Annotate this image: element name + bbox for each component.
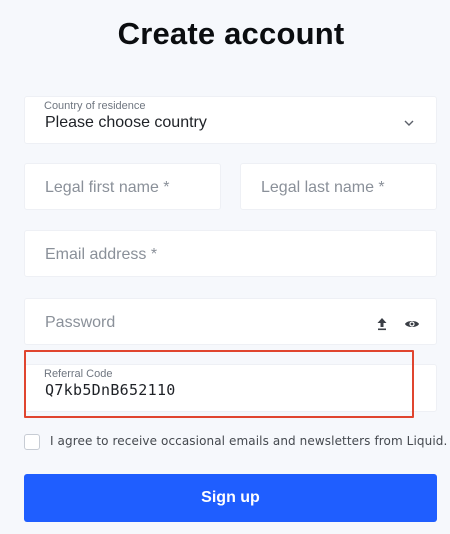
- eye-icon[interactable]: [404, 316, 420, 332]
- country-label: Country of residence: [44, 100, 146, 112]
- sign-up-button[interactable]: Sign up: [24, 474, 437, 522]
- agree-checkbox[interactable]: [24, 434, 40, 450]
- page-title: Create account: [117, 16, 345, 51]
- chevron-down-icon: [404, 120, 414, 126]
- first-name-field[interactable]: Legal first name *: [24, 163, 221, 210]
- country-select[interactable]: Country of residence Please choose count…: [24, 96, 437, 144]
- last-name-placeholder: Legal last name *: [261, 179, 385, 196]
- country-value: Please choose country: [45, 114, 207, 131]
- first-name-placeholder: Legal first name *: [45, 179, 170, 196]
- password-field[interactable]: Password: [24, 298, 437, 345]
- email-placeholder: Email address *: [45, 246, 158, 263]
- upload-icon[interactable]: [374, 316, 390, 332]
- password-placeholder: Password: [45, 314, 116, 331]
- agree-label: I agree to receive occasional emails and…: [50, 434, 448, 448]
- email-field[interactable]: Email address *: [24, 230, 437, 277]
- referral-code-label: Referral Code: [44, 368, 113, 380]
- last-name-field[interactable]: Legal last name *: [240, 163, 437, 210]
- referral-code-field[interactable]: Referral Code Q7kb5DnB652110: [24, 364, 437, 412]
- referral-code-value: Q7kb5DnB652110: [45, 381, 176, 399]
